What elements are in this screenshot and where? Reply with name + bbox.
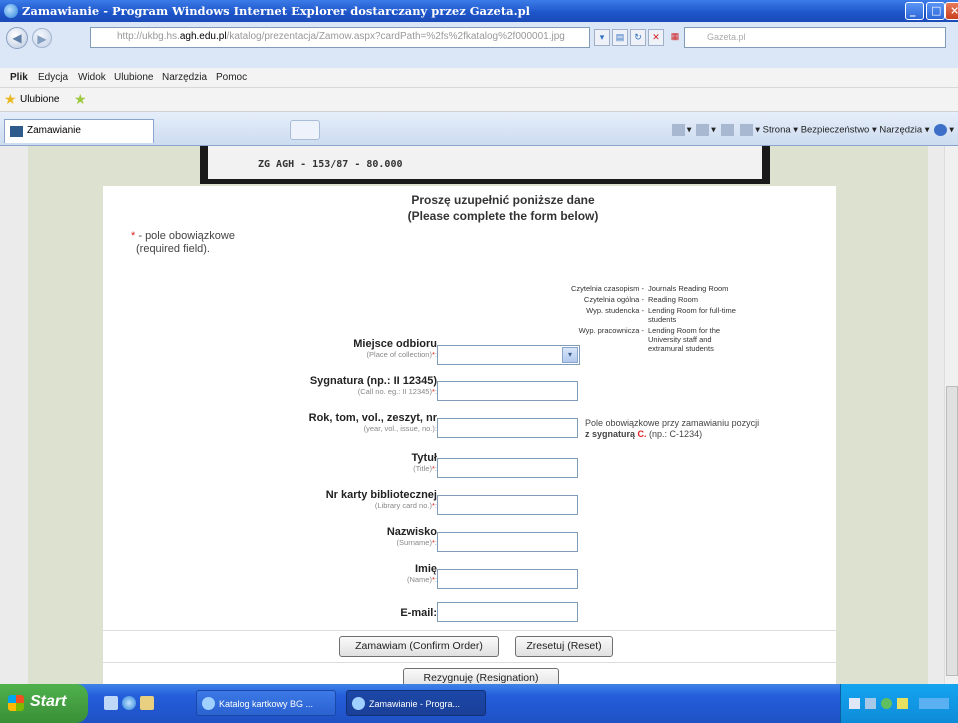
- add-favorite-icon[interactable]: ★: [74, 91, 87, 108]
- taskbar-item-order[interactable]: Zamawianie - Progra...: [346, 690, 486, 716]
- language-icon[interactable]: [849, 698, 860, 709]
- search-input[interactable]: Gazeta.pl: [684, 27, 946, 48]
- collection-place-select[interactable]: ▾: [437, 345, 580, 365]
- menu-favorites[interactable]: Ulubione: [114, 72, 153, 83]
- refresh-icon[interactable]: ↻: [630, 29, 646, 46]
- menu-help[interactable]: Pomoc: [216, 72, 247, 83]
- favorites-star-icon: ★: [4, 91, 17, 107]
- taskbar-item-catalog[interactable]: Katalog kartkowy BG ...: [196, 690, 336, 716]
- forward-button[interactable]: ▶: [32, 28, 52, 48]
- tab-favicon: [10, 126, 23, 137]
- media-quicklaunch-icon[interactable]: [140, 696, 154, 710]
- menu-bar: Plik Edycja Widok Ulubione Narzędzia Pom…: [0, 68, 958, 88]
- field-label-name: Imię (Name)*:: [406, 563, 437, 584]
- help-icon[interactable]: [934, 124, 948, 136]
- email-input[interactable]: [437, 602, 578, 622]
- title-input[interactable]: [437, 458, 578, 478]
- catalog-card-image: ZG AGH - 153/87 - 80.000: [200, 146, 770, 184]
- form-header: Proszę uzupełnić poniższe dane (Please c…: [407, 193, 599, 223]
- tab-bar: Zamawianie ▾ ▾ ▾ Strona ▾ Bezpieczeństwo…: [0, 112, 958, 146]
- call-number-input[interactable]: [437, 381, 578, 401]
- field-label-title: Tytuł (Title)*:: [411, 452, 437, 473]
- scrollbar-thumb[interactable]: [946, 386, 958, 676]
- minimize-button[interactable]: _: [905, 2, 924, 20]
- search-provider-icon[interactable]: ▦: [668, 29, 682, 46]
- ie-icon: [4, 4, 18, 18]
- volume-icon[interactable]: [897, 698, 908, 709]
- dropdown-icon[interactable]: ▾: [594, 29, 610, 46]
- resignation-button[interactable]: Rezygnuję (Resignation): [403, 668, 559, 684]
- windows-logo-icon: [8, 695, 24, 711]
- maximize-button[interactable]: □: [926, 2, 945, 20]
- show-desktop-icon[interactable]: [104, 696, 118, 710]
- ie-quicklaunch-icon[interactable]: [122, 696, 136, 710]
- network-icon[interactable]: [865, 698, 876, 709]
- window-title: Zamawianie - Program Windows Internet Ex…: [22, 4, 531, 18]
- tab-label: Zamawianie: [27, 125, 81, 136]
- clock[interactable]: [919, 698, 949, 709]
- system-tray: [840, 684, 958, 723]
- window-title-bar: Zamawianie - Program Windows Internet Ex…: [0, 0, 958, 22]
- read-mail-icon[interactable]: [720, 124, 734, 136]
- command-bar: ▾ ▾ ▾ Strona ▾ Bezpieczeństwo ▾ Narzędzi…: [670, 124, 954, 136]
- library-card-input[interactable]: [437, 495, 578, 515]
- name-input[interactable]: [437, 569, 578, 589]
- chevron-down-icon[interactable]: ▾: [562, 347, 578, 363]
- required-legend: * - pole obowiązkowe (required field).: [131, 230, 235, 255]
- home-icon[interactable]: [671, 124, 685, 136]
- new-tab-button[interactable]: [290, 120, 320, 140]
- page-content: ZG AGH - 153/87 - 80.000 Proszę uzupełni…: [0, 146, 958, 684]
- safety-menu[interactable]: Bezpieczeństwo ▾: [801, 125, 877, 136]
- field-label-year-volume: Rok, tom, vol., zeszyt, nr (year, vol., …: [308, 412, 437, 433]
- start-button[interactable]: Start: [0, 684, 88, 723]
- location-legend: Czytelnia czasopism - Journals Reading Ro…: [571, 284, 736, 353]
- order-form: Proszę uzupełnić poniższe dane (Please c…: [103, 186, 836, 684]
- field-label-email: E-mail:: [400, 607, 437, 619]
- favorites-bar: ★ Ulubione ★: [0, 88, 958, 112]
- menu-file[interactable]: Plik: [10, 72, 28, 83]
- card-code: ZG AGH - 153/87 - 80.000: [258, 159, 403, 170]
- field-label-library-card: Nr karty bibliotecznej (Library card no.…: [325, 489, 437, 510]
- tab-zamawianie[interactable]: Zamawianie: [4, 119, 154, 143]
- reset-button[interactable]: Zresetuj (Reset): [515, 636, 613, 657]
- menu-tools[interactable]: Narzędzia: [162, 72, 207, 83]
- menu-edit[interactable]: Edycja: [38, 72, 68, 83]
- year-volume-input[interactable]: [437, 418, 578, 438]
- field-label-collection-place: Miejsce odbioru (Place of collection)*:: [353, 338, 437, 359]
- close-button[interactable]: ×: [945, 2, 958, 20]
- page-menu[interactable]: Strona ▾: [763, 125, 798, 136]
- field-label-surname: Nazwisko (Surname)*:: [386, 526, 437, 547]
- vertical-scrollbar[interactable]: [944, 146, 958, 684]
- confirm-order-button[interactable]: Zamawiam (Confirm Order): [339, 636, 499, 657]
- tools-menu[interactable]: Narzędzia ▾: [879, 125, 929, 136]
- back-button[interactable]: ◀: [6, 27, 28, 49]
- security-icon[interactable]: [881, 698, 892, 709]
- menu-view[interactable]: Widok: [78, 72, 106, 83]
- print-icon[interactable]: [740, 124, 754, 136]
- taskbar: Start Katalog kartkowy BG ... Zamawianie…: [0, 684, 958, 723]
- compatibility-icon[interactable]: ▤: [612, 29, 628, 46]
- address-input[interactable]: http://ukbg.hs.agh.edu.pl/katalog/prezen…: [90, 27, 590, 48]
- call-number-note: Pole obowiązkowe przy zamawianiu pozycji…: [585, 418, 760, 439]
- field-label-call-number: Sygnatura (np.: II 12345) (Call no. eg.:…: [309, 375, 437, 396]
- favorites-button[interactable]: Ulubione: [20, 94, 59, 105]
- stop-icon[interactable]: ✕: [648, 29, 664, 46]
- surname-input[interactable]: [437, 532, 578, 552]
- feeds-icon[interactable]: [696, 124, 710, 136]
